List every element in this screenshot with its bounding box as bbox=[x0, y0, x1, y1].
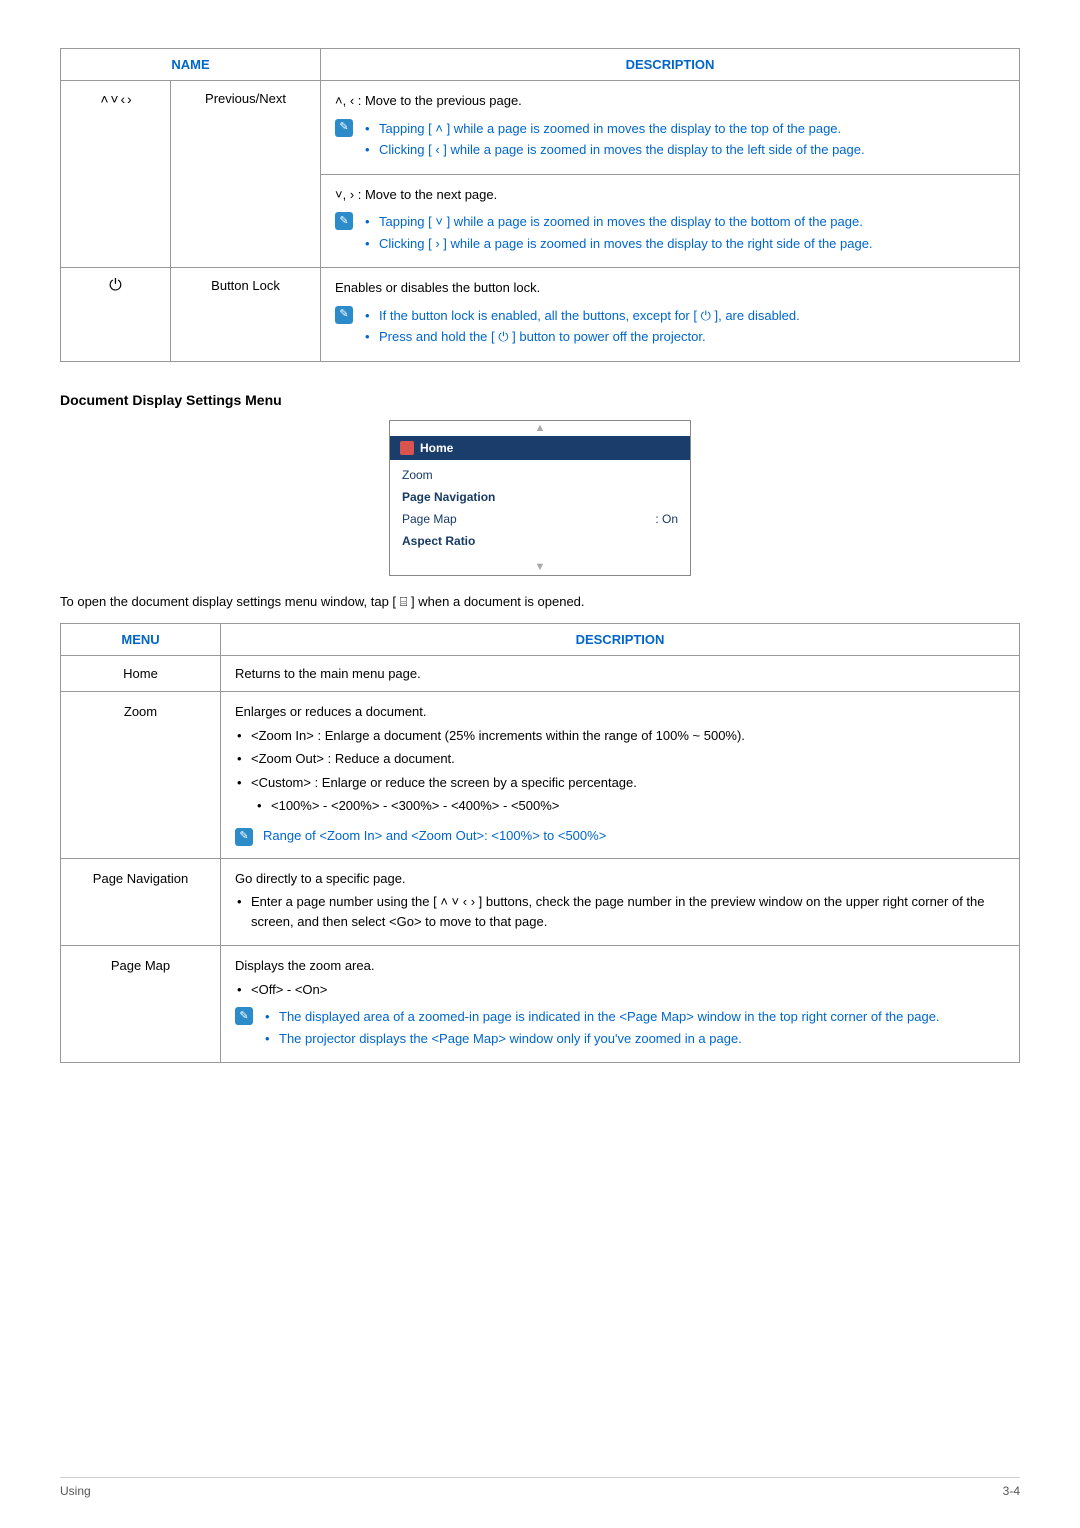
zoom-item-2: <Zoom Out> : Reduce a document. bbox=[235, 749, 1005, 769]
home-desc: Returns to the main menu page. bbox=[221, 656, 1020, 692]
screenshot-home-label: Home bbox=[420, 441, 453, 455]
screenshot-pagenav: Page Navigation bbox=[402, 486, 678, 508]
home-icon bbox=[400, 441, 414, 455]
footer-left: Using bbox=[60, 1484, 91, 1498]
pagemap-note-1: The displayed area of a zoomed-in page i… bbox=[263, 1007, 940, 1027]
zoom-sub: <100%> - <200%> - <300%> - <400%> - <500… bbox=[255, 796, 1005, 816]
note-icon: ✎ bbox=[235, 1007, 253, 1025]
pagenav-intro: Go directly to a specific page. bbox=[235, 869, 1005, 889]
zoom-desc: Enlarges or reduces a document. <Zoom In… bbox=[221, 692, 1020, 859]
prev-note-2: Clicking [ ‹ ] while a page is zoomed in… bbox=[363, 140, 865, 160]
zoom-item-3: <Custom> : Enlarge or reduce the screen … bbox=[235, 773, 1005, 793]
pagemap-note-2: The projector displays the <Page Map> wi… bbox=[263, 1029, 940, 1049]
page-footer: Using 3-4 bbox=[60, 1477, 1020, 1498]
col-header-menu: MENU bbox=[61, 624, 221, 656]
zoom-note: Range of <Zoom In> and <Zoom Out>: <100%… bbox=[263, 826, 606, 846]
next-note-1: Tapping [ ˅ ] while a page is zoomed in … bbox=[363, 212, 873, 232]
col-header-description: DESCRIPTION bbox=[321, 49, 1020, 81]
row-name-prevnext: Previous/Next bbox=[171, 81, 321, 268]
next-note-list: Tapping [ ˅ ] while a page is zoomed in … bbox=[363, 210, 873, 255]
screenshot-zoom: Zoom bbox=[402, 464, 678, 486]
row-name-buttonlock: Button Lock bbox=[171, 268, 321, 362]
next-desc-cell: ˅, › : Move to the next page. ✎ Tapping … bbox=[321, 174, 1020, 268]
zoom-sublist: <100%> - <200%> - <300%> - <400%> - <500… bbox=[255, 796, 1005, 816]
note-icon: ✎ bbox=[335, 306, 353, 324]
pagenav-item: Enter a page number using the [ ˄ ˅ ‹ › … bbox=[235, 892, 1005, 931]
zoom-intro: Enlarges or reduces a document. bbox=[235, 702, 1005, 722]
pagenav-list: Enter a page number using the [ ˄ ˅ ‹ › … bbox=[235, 892, 1005, 931]
menu-home: Home bbox=[61, 656, 221, 692]
col-header-name: NAME bbox=[61, 49, 321, 81]
buttonlock-note-list: If the button lock is enabled, all the b… bbox=[363, 304, 800, 349]
screenshot-aspect: Aspect Ratio bbox=[402, 530, 678, 552]
pagemap-list: <Off> - <On> bbox=[235, 980, 1005, 1000]
zoom-item-1: <Zoom In> : Enlarge a document (25% incr… bbox=[235, 726, 1005, 746]
buttonlock-note-2: Press and hold the [ ⏻ ] button to power… bbox=[363, 327, 800, 347]
note-icon: ✎ bbox=[335, 212, 353, 230]
screenshot-pagemap: Page Map: On bbox=[402, 508, 678, 530]
triangle-up-icon: ▲ bbox=[390, 421, 690, 436]
zoom-list: <Zoom In> : Enlarge a document (25% incr… bbox=[235, 726, 1005, 793]
pagemap-desc: Displays the zoom area. <Off> - <On> ✎ T… bbox=[221, 946, 1020, 1063]
buttonlock-intro: Enables or disables the button lock. bbox=[335, 278, 1005, 298]
buttonlock-desc-cell: Enables or disables the button lock. ✎ I… bbox=[321, 268, 1020, 362]
pagemap-note-list: The displayed area of a zoomed-in page i… bbox=[263, 1005, 940, 1050]
pagenav-desc: Go directly to a specific page. Enter a … bbox=[221, 858, 1020, 946]
menu-screenshot: ▲ Home Zoom Page Navigation Page Map: On… bbox=[389, 420, 691, 576]
triangle-down-icon: ▼ bbox=[390, 560, 690, 575]
next-intro: ˅, › : Move to the next page. bbox=[335, 185, 1005, 205]
prev-intro: ˄, ‹ : Move to the previous page. bbox=[335, 91, 1005, 111]
name-description-table: NAME DESCRIPTION ˄ ˅ ‹ › Previous/Next ˄… bbox=[60, 48, 1020, 362]
prev-note-list: Tapping [ ˄ ] while a page is zoomed in … bbox=[363, 117, 865, 162]
footer-right: 3-4 bbox=[1003, 1484, 1020, 1498]
menu-description-table: MENU DESCRIPTION Home Returns to the mai… bbox=[60, 623, 1020, 1063]
screenshot-home-row: Home bbox=[390, 436, 690, 460]
pagemap-intro: Displays the zoom area. bbox=[235, 956, 1005, 976]
prev-note-1: Tapping [ ˄ ] while a page is zoomed in … bbox=[363, 119, 865, 139]
menu-zoom: Zoom bbox=[61, 692, 221, 859]
menu-pagemap: Page Map bbox=[61, 946, 221, 1063]
next-note-2: Clicking [ › ] while a page is zoomed in… bbox=[363, 234, 873, 254]
note-icon: ✎ bbox=[235, 828, 253, 846]
power-icon: ⏻ bbox=[61, 268, 171, 362]
section-title: Document Display Settings Menu bbox=[60, 392, 1020, 408]
menu-pagenav: Page Navigation bbox=[61, 858, 221, 946]
open-prompt: To open the document display settings me… bbox=[60, 592, 1020, 612]
note-icon: ✎ bbox=[335, 119, 353, 137]
col-header-description2: DESCRIPTION bbox=[221, 624, 1020, 656]
pagemap-item: <Off> - <On> bbox=[235, 980, 1005, 1000]
buttonlock-note-1: If the button lock is enabled, all the b… bbox=[363, 306, 800, 326]
nav-arrows-icon: ˄ ˅ ‹ › bbox=[61, 81, 171, 268]
prev-desc-cell: ˄, ‹ : Move to the previous page. ✎ Tapp… bbox=[321, 81, 1020, 175]
